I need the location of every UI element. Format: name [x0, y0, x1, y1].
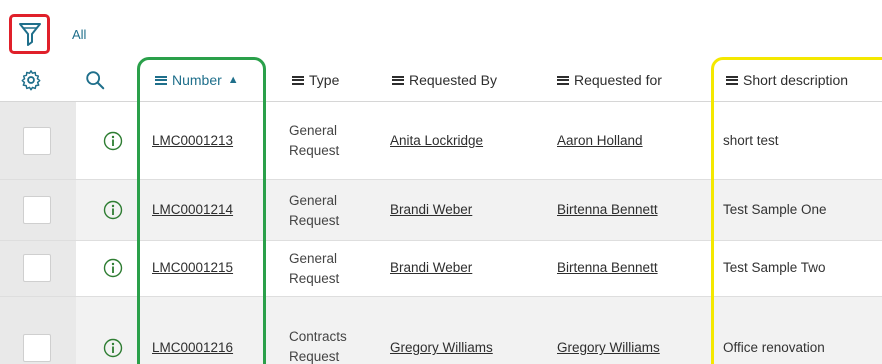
- column-header-label: Type: [309, 72, 340, 88]
- short-description-cell: Test Sample Two: [723, 260, 826, 275]
- info-icon[interactable]: [103, 200, 123, 220]
- type-line-2: Request: [289, 213, 340, 228]
- requested-for-link[interactable]: Aaron Holland: [557, 133, 643, 148]
- type-line-2: Request: [289, 143, 340, 158]
- column-header-label: Short description: [743, 72, 849, 88]
- type-line-1: Contracts: [289, 329, 347, 344]
- record-number-link[interactable]: LMC0001214: [152, 202, 233, 217]
- search-icon: [86, 71, 105, 90]
- list-settings-button[interactable]: [20, 58, 42, 102]
- column-header-type[interactable]: Type: [292, 58, 339, 102]
- requested-by-link[interactable]: Gregory Williams: [390, 340, 493, 355]
- filter-button[interactable]: [9, 14, 50, 54]
- table-header-row: Number ▲ Type Requested By Requested for…: [0, 58, 882, 102]
- column-header-requested-for[interactable]: Requested for: [557, 58, 662, 102]
- requested-for-link[interactable]: Birtenna Bennett: [557, 260, 658, 275]
- column-menu-icon[interactable]: [155, 75, 167, 85]
- type-line-1: General: [289, 123, 338, 138]
- info-icon[interactable]: [103, 131, 123, 151]
- table-row[interactable]: LMC0001216 Contracts Request Gregory Wil…: [0, 297, 882, 364]
- short-description-cell: short test: [723, 133, 779, 148]
- table-row[interactable]: LMC0001215 General Request Brandi Weber …: [0, 241, 882, 297]
- column-menu-icon[interactable]: [392, 75, 404, 85]
- info-icon[interactable]: [103, 258, 123, 278]
- requested-by-link[interactable]: Brandi Weber: [390, 260, 472, 275]
- column-menu-icon[interactable]: [557, 75, 569, 85]
- record-number-link[interactable]: LMC0001215: [152, 260, 233, 275]
- filter-funnel-icon: [18, 23, 41, 46]
- column-header-label: Requested By: [409, 72, 497, 88]
- requested-by-link[interactable]: Brandi Weber: [390, 202, 472, 217]
- short-description-cell: Test Sample One: [723, 202, 827, 217]
- filter-breadcrumb-all[interactable]: All: [72, 27, 86, 42]
- column-header-number[interactable]: Number ▲: [155, 58, 239, 102]
- column-header-label: Requested for: [574, 72, 662, 88]
- requested-for-link[interactable]: Birtenna Bennett: [557, 202, 658, 217]
- info-icon[interactable]: [103, 338, 123, 358]
- type-line-1: General: [289, 193, 338, 208]
- table-row[interactable]: LMC0001214 General Request Brandi Weber …: [0, 180, 882, 241]
- column-search-button[interactable]: [84, 58, 106, 102]
- type-line-1: General: [289, 251, 338, 266]
- requested-by-link[interactable]: Anita Lockridge: [390, 133, 483, 148]
- requested-for-link[interactable]: Gregory Williams: [557, 340, 660, 355]
- row-select-checkbox[interactable]: [23, 127, 51, 155]
- column-header-label: Number: [172, 72, 222, 88]
- column-menu-icon[interactable]: [726, 75, 738, 85]
- row-select-checkbox[interactable]: [23, 334, 51, 362]
- column-menu-icon[interactable]: [292, 75, 304, 85]
- column-header-requested-by[interactable]: Requested By: [392, 58, 497, 102]
- table-row[interactable]: LMC0001213 General Request Anita Lockrid…: [0, 102, 882, 180]
- record-number-link[interactable]: LMC0001216: [152, 340, 233, 355]
- type-line-2: Request: [289, 349, 340, 364]
- record-number-link[interactable]: LMC0001213: [152, 133, 233, 148]
- gear-icon: [21, 70, 41, 91]
- type-line-2: Request: [289, 271, 340, 286]
- row-select-checkbox[interactable]: [23, 254, 51, 282]
- column-header-short-description[interactable]: Short description: [726, 58, 848, 102]
- row-select-checkbox[interactable]: [23, 196, 51, 224]
- short-description-cell: Office renovation: [723, 340, 825, 355]
- sort-ascending-icon: ▲: [227, 74, 239, 86]
